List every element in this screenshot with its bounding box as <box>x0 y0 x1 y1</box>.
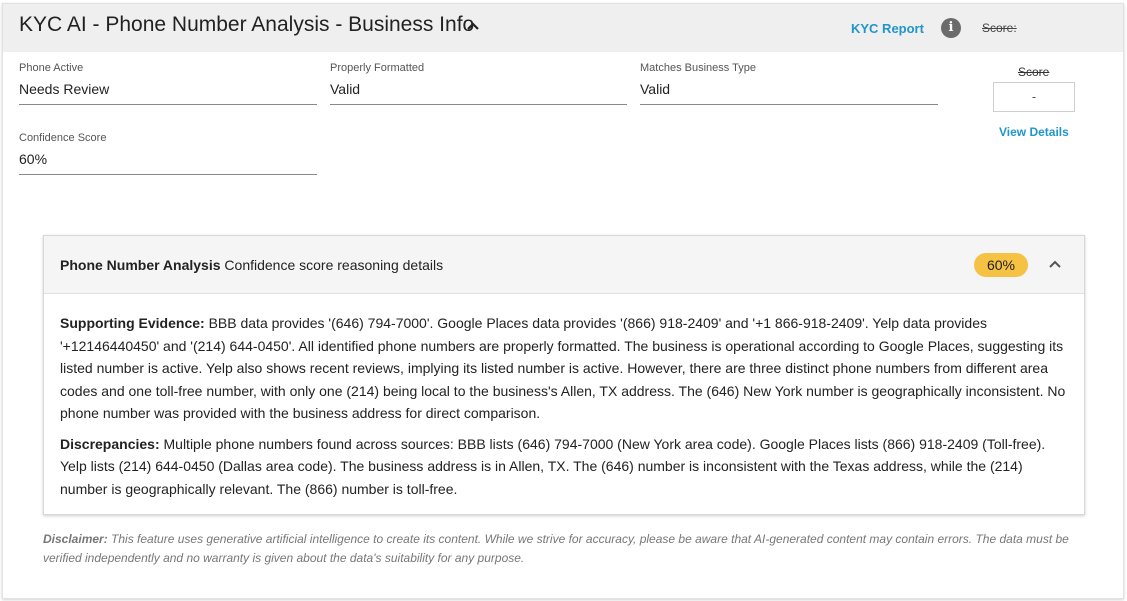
disclaimer-label: Disclaimer: <box>43 532 108 546</box>
matches-business-type-value: Valid <box>640 81 938 105</box>
kyc-report-link[interactable]: KYC Report <box>851 21 924 36</box>
header-score-label: Score: <box>982 21 1017 35</box>
analysis-panel-title-bold: Phone Number Analysis <box>60 257 221 273</box>
disclaimer: Disclaimer: This feature uses generative… <box>43 530 1073 568</box>
supporting-evidence-label: Supporting Evidence: <box>60 315 205 331</box>
kyc-card: KYC AI - Phone Number Analysis - Busines… <box>2 3 1124 599</box>
analysis-panel-title: Phone Number Analysis Confidence score r… <box>60 257 443 273</box>
confidence-badge: 60% <box>974 253 1028 277</box>
analysis-panel-body: Supporting Evidence: BBB data provides '… <box>60 312 1068 508</box>
properly-formatted-label: Properly Formatted <box>330 62 425 74</box>
info-icon[interactable]: i <box>941 18 961 38</box>
analysis-panel-header[interactable]: Phone Number Analysis Confidence score r… <box>44 236 1084 294</box>
analysis-panel: Phone Number Analysis Confidence score r… <box>43 235 1085 515</box>
phone-active-label: Phone Active <box>19 62 84 74</box>
properly-formatted-value: Valid <box>330 81 627 105</box>
disclaimer-text: This feature uses generative artificial … <box>43 532 1069 565</box>
view-details-link[interactable]: View Details <box>999 125 1069 139</box>
discrepancies-text: Multiple phone numbers found across sour… <box>60 435 1046 497</box>
matches-business-type-field: Matches Business Type Valid <box>640 62 938 105</box>
page-title: KYC AI - Phone Number Analysis - Busines… <box>19 13 475 36</box>
score-box-label: Score <box>1018 65 1050 79</box>
score-box: - <box>993 82 1075 112</box>
properly-formatted-field: Properly Formatted Valid <box>330 62 627 105</box>
card-header: KYC AI - Phone Number Analysis - Busines… <box>3 4 1123 52</box>
supporting-evidence-text: BBB data provides '(646) 794-7000'. Goog… <box>60 315 1066 421</box>
matches-business-type-label: Matches Business Type <box>640 62 756 74</box>
chevron-up-icon[interactable] <box>1048 257 1062 271</box>
confidence-score-field: Confidence Score 60% <box>19 132 317 175</box>
phone-active-field: Phone Active Needs Review <box>19 62 317 105</box>
chevron-up-icon[interactable] <box>465 18 481 34</box>
phone-active-value: Needs Review <box>19 81 317 105</box>
confidence-score-label: Confidence Score <box>19 132 107 144</box>
discrepancies-label: Discrepancies: <box>60 435 160 452</box>
supporting-evidence-paragraph: Supporting Evidence: BBB data provides '… <box>60 312 1068 425</box>
confidence-score-value: 60% <box>19 151 317 175</box>
discrepancies-paragraph: Discrepancies: Multiple phone numbers fo… <box>60 433 1068 501</box>
analysis-panel-title-rest: Confidence score reasoning details <box>220 257 444 273</box>
